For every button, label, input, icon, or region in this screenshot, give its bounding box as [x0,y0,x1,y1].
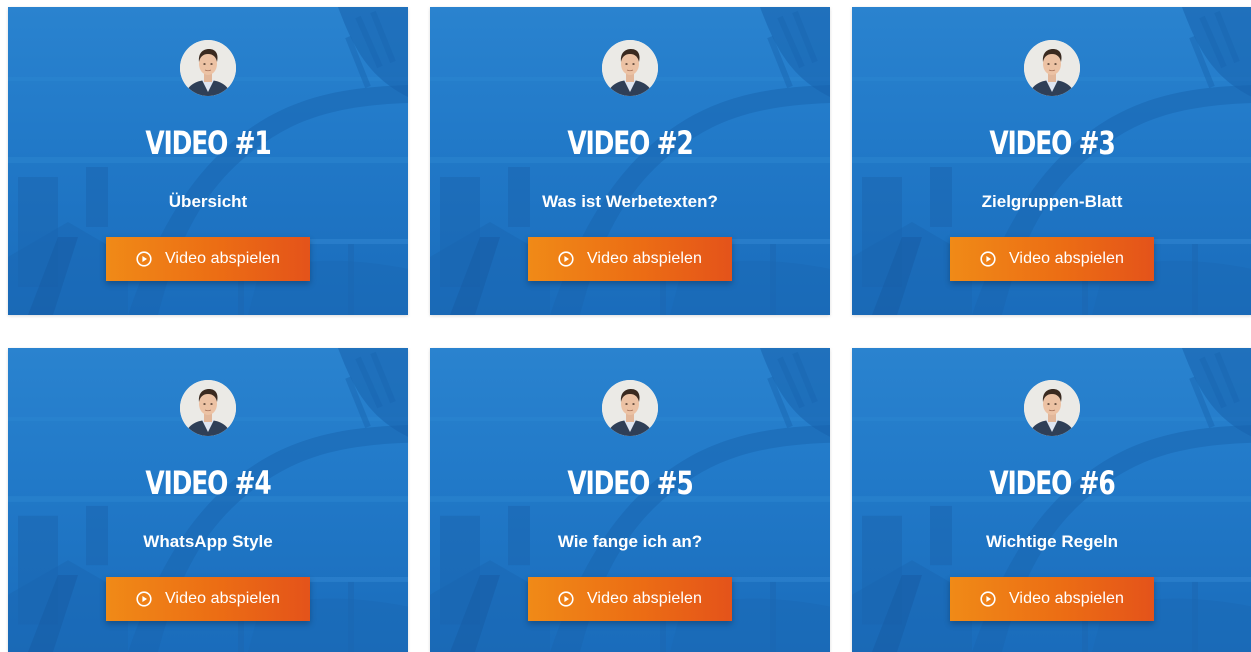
presenter-avatar [180,380,236,436]
presenter-avatar [180,40,236,96]
video-subtitle: Wie fange ich an? [557,532,703,551]
play-circle-icon [558,591,574,607]
video-title: VIDEO #4 [145,464,271,502]
video-card-5: VIDEO #5 Wie fange ich an? Video abspiel… [430,348,830,652]
play-circle-icon [558,251,574,267]
video-title: VIDEO #5 [567,464,693,502]
play-video-button[interactable]: Video abspielen [528,237,732,281]
play-button-label: Video abspielen [586,590,703,607]
video-subtitle: Was ist Werbetexten? [542,192,718,211]
video-grid: VIDEO #1 Übersicht Video abspielen VIDEO… [0,0,1251,652]
video-title: VIDEO #1 [145,124,271,162]
presenter-avatar [1024,40,1080,96]
video-subtitle: Zielgruppen-Blatt [981,192,1123,211]
play-button-label: Video abspielen [1008,250,1125,267]
play-video-button[interactable]: Video abspielen [528,577,732,621]
play-circle-icon [136,251,152,267]
video-subtitle: WhatsApp Style [143,532,273,551]
video-card-1: VIDEO #1 Übersicht Video abspielen [8,7,408,315]
play-button-label: Video abspielen [1008,590,1125,607]
video-card-4: VIDEO #4 WhatsApp Style Video abspielen [8,348,408,652]
video-subtitle: Übersicht [168,192,248,211]
presenter-avatar [602,380,658,436]
video-card-2: VIDEO #2 Was ist Werbetexten? Video absp… [430,7,830,315]
video-card-3: VIDEO #3 Zielgruppen-Blatt Video abspiel… [852,7,1251,315]
play-video-button[interactable]: Video abspielen [950,237,1154,281]
play-video-button[interactable]: Video abspielen [950,577,1154,621]
play-circle-icon [980,591,996,607]
presenter-avatar [1024,380,1080,436]
presenter-avatar [602,40,658,96]
play-button-label: Video abspielen [164,590,281,607]
play-circle-icon [136,591,152,607]
play-button-label: Video abspielen [586,250,703,267]
video-title: VIDEO #2 [567,124,693,162]
video-card-6: VIDEO #6 Wichtige Regeln Video abspielen [852,348,1251,652]
play-video-button[interactable]: Video abspielen [106,237,310,281]
video-title: VIDEO #3 [989,124,1115,162]
video-subtitle: Wichtige Regeln [985,532,1119,551]
play-video-button[interactable]: Video abspielen [106,577,310,621]
play-circle-icon [980,251,996,267]
video-title: VIDEO #6 [989,464,1115,502]
play-button-label: Video abspielen [164,250,281,267]
